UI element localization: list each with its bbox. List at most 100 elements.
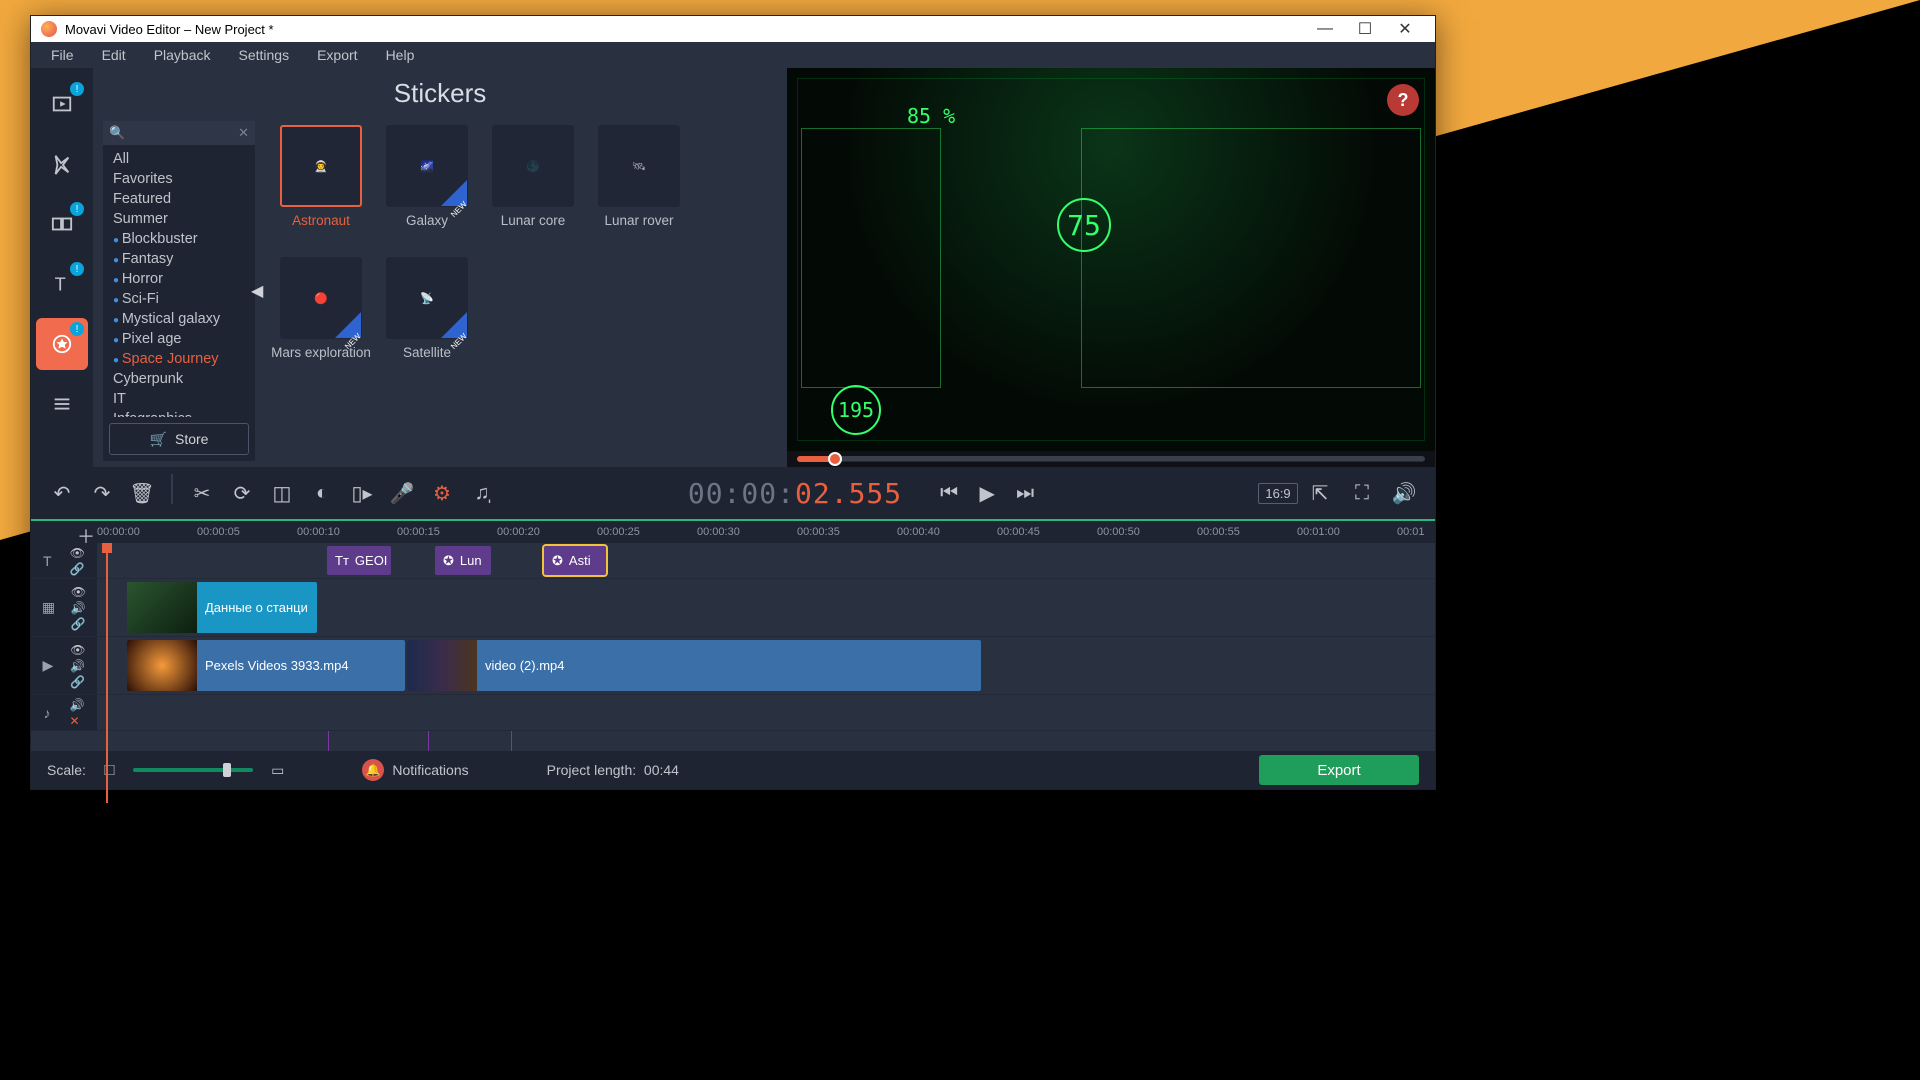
notification-dot-icon: ! <box>70 202 84 216</box>
svg-text:T: T <box>55 273 66 294</box>
menu-edit[interactable]: Edit <box>88 47 140 63</box>
equalizer-button[interactable]: ♫̩ <box>463 474 501 512</box>
color-adjust-button[interactable]: ◐ <box>303 474 341 512</box>
mute-toggle[interactable]: 🔊 <box>70 659 85 673</box>
fit-timeline-button[interactable]: ▭ <box>271 762 284 779</box>
seek-knob[interactable] <box>828 452 842 466</box>
timeline-clip[interactable]: Pexels Videos 3933.mp4 <box>127 640 405 691</box>
category-item[interactable]: Favorites <box>103 169 255 189</box>
timeline-clip[interactable]: Данные о станци <box>127 582 317 633</box>
category-item[interactable]: Space Journey <box>103 349 255 369</box>
redo-button[interactable]: ↷ <box>83 474 121 512</box>
left-tool-rail: ! ! !T ! <box>31 68 93 467</box>
category-list: 🔍 ✕ AllFavoritesFeaturedSummerBlockbuste… <box>103 121 255 461</box>
preview-seek-bar[interactable] <box>787 451 1435 467</box>
menu-playback[interactable]: Playback <box>140 47 225 63</box>
stickers-grid: 👨‍🚀Astronaut🌌Galaxy🌑Lunar core🛰Lunar rov… <box>255 115 787 467</box>
category-item[interactable]: All <box>103 149 255 169</box>
filters-tab[interactable] <box>36 138 88 190</box>
visibility-toggle[interactable]: 👁 <box>71 585 86 599</box>
category-item[interactable]: Pixel age <box>103 329 255 349</box>
category-item[interactable]: IT <box>103 389 255 409</box>
link-toggle[interactable]: 🔗 <box>70 562 85 576</box>
play-button[interactable]: ▶ <box>970 474 1004 512</box>
category-item[interactable]: Cyberpunk <box>103 369 255 389</box>
timeline-clip[interactable]: video (2).mp4 <box>407 640 981 691</box>
sticker-item[interactable]: 🛰Lunar rover <box>589 125 689 245</box>
crop-button[interactable]: ◫ <box>263 474 301 512</box>
sticker-item[interactable]: 👨‍🚀Astronaut <box>271 125 371 245</box>
menu-export[interactable]: Export <box>303 47 371 63</box>
record-audio-button[interactable]: 🎤 <box>383 474 421 512</box>
hud-percent: 85 % <box>907 104 955 128</box>
menu-file[interactable]: File <box>37 47 88 63</box>
media-tab[interactable]: ! <box>36 78 88 130</box>
sticker-item[interactable]: 📡Satellite <box>377 257 477 377</box>
category-search[interactable]: 🔍 ✕ <box>103 121 255 145</box>
rotate-button[interactable]: ⟳ <box>223 474 261 512</box>
preview-canvas[interactable]: 85 % 75 195 <box>787 68 1435 451</box>
menu-settings[interactable]: Settings <box>225 47 304 63</box>
fullscreen-button[interactable]: ⛶ <box>1343 474 1381 512</box>
export-button[interactable]: Export <box>1259 755 1419 785</box>
timeline-clip[interactable]: TᴛGEOI <box>327 546 391 575</box>
sticker-item[interactable]: 🌑Lunar core <box>483 125 583 245</box>
notification-dot-icon: ! <box>70 82 84 96</box>
collapse-categories-button[interactable]: ◀ <box>251 281 263 301</box>
close-button[interactable]: ✕ <box>1385 19 1425 39</box>
app-window: Movavi Video Editor – New Project * — ☐ … <box>30 15 1436 790</box>
category-item[interactable]: Summer <box>103 209 255 229</box>
aspect-ratio-button[interactable]: 16:9 <box>1259 474 1297 512</box>
undo-button[interactable]: ↶ <box>43 474 81 512</box>
clip-properties-button[interactable]: ▯▸ <box>343 474 381 512</box>
status-bar: Scale: 🞎 ▭ 🔔 Notifications Project lengt… <box>31 751 1435 789</box>
hud-lower-number: 195 <box>831 385 881 435</box>
notification-dot-icon: ! <box>70 262 84 276</box>
titles-tab[interactable]: !T <box>36 258 88 310</box>
scale-label: Scale: <box>47 762 86 778</box>
timeline-ruler[interactable]: ＋ 00:00:0000:00:0500:00:1000:00:1500:00:… <box>31 521 1435 543</box>
category-item[interactable]: Featured <box>103 189 255 209</box>
cut-button[interactable]: ✂ <box>183 474 221 512</box>
scale-slider[interactable] <box>133 768 253 772</box>
clear-search-button[interactable]: ✕ <box>238 125 249 141</box>
timeline-clip[interactable]: ✪Asti <box>544 546 606 575</box>
mute-toggle[interactable]: 🔊 <box>71 601 86 615</box>
titlebar: Movavi Video Editor – New Project * — ☐ … <box>31 16 1435 42</box>
maximize-button[interactable]: ☐ <box>1345 19 1385 39</box>
detach-preview-button[interactable]: ⇱ <box>1301 474 1339 512</box>
prev-frame-button[interactable]: ⏮ <box>932 474 966 512</box>
transitions-tab[interactable]: ! <box>36 198 88 250</box>
help-button[interactable]: ? <box>1387 84 1419 116</box>
link-toggle[interactable]: 🔗 <box>71 617 86 631</box>
visibility-toggle[interactable]: 👁 <box>70 643 85 657</box>
menu-help[interactable]: Help <box>372 47 429 63</box>
timeline-clip[interactable]: ✪Lun <box>435 546 491 575</box>
category-item[interactable]: Sci-Fi <box>103 289 255 309</box>
visibility-toggle[interactable]: 👁 <box>70 546 85 560</box>
category-item[interactable]: Horror <box>103 269 255 289</box>
clip-settings-button[interactable]: ⚙ <box>423 474 461 512</box>
category-item[interactable]: Infographics <box>103 409 255 417</box>
project-length: Project length: 00:44 <box>547 762 679 778</box>
playhead[interactable] <box>106 543 108 803</box>
mute-toggle[interactable]: 🔊 <box>70 698 85 712</box>
notifications-button[interactable]: 🔔 Notifications <box>362 759 468 781</box>
stickers-tab[interactable]: ! <box>36 318 88 370</box>
volume-button[interactable]: 🔊 <box>1385 474 1423 512</box>
sticker-item[interactable]: 🔴Mars exploration <box>271 257 371 377</box>
unlink-toggle[interactable]: ✕ <box>70 714 85 728</box>
store-button[interactable]: 🛒 Store <box>109 423 249 455</box>
next-frame-button[interactable]: ⏭ <box>1008 474 1042 512</box>
panel-title: Stickers <box>93 68 787 115</box>
window-title: Movavi Video Editor – New Project * <box>65 22 274 37</box>
sticker-item[interactable]: 🌌Galaxy <box>377 125 477 245</box>
category-item[interactable]: Mystical galaxy <box>103 309 255 329</box>
delete-button[interactable]: 🗑 <box>123 474 161 512</box>
titles-track: T👁🔗 TᴛGEOI✪Lun✪Asti <box>31 543 1435 579</box>
minimize-button[interactable]: — <box>1305 20 1345 38</box>
link-toggle[interactable]: 🔗 <box>70 675 85 689</box>
category-item[interactable]: Blockbuster <box>103 229 255 249</box>
category-item[interactable]: Fantasy <box>103 249 255 269</box>
more-tab[interactable] <box>36 378 88 430</box>
